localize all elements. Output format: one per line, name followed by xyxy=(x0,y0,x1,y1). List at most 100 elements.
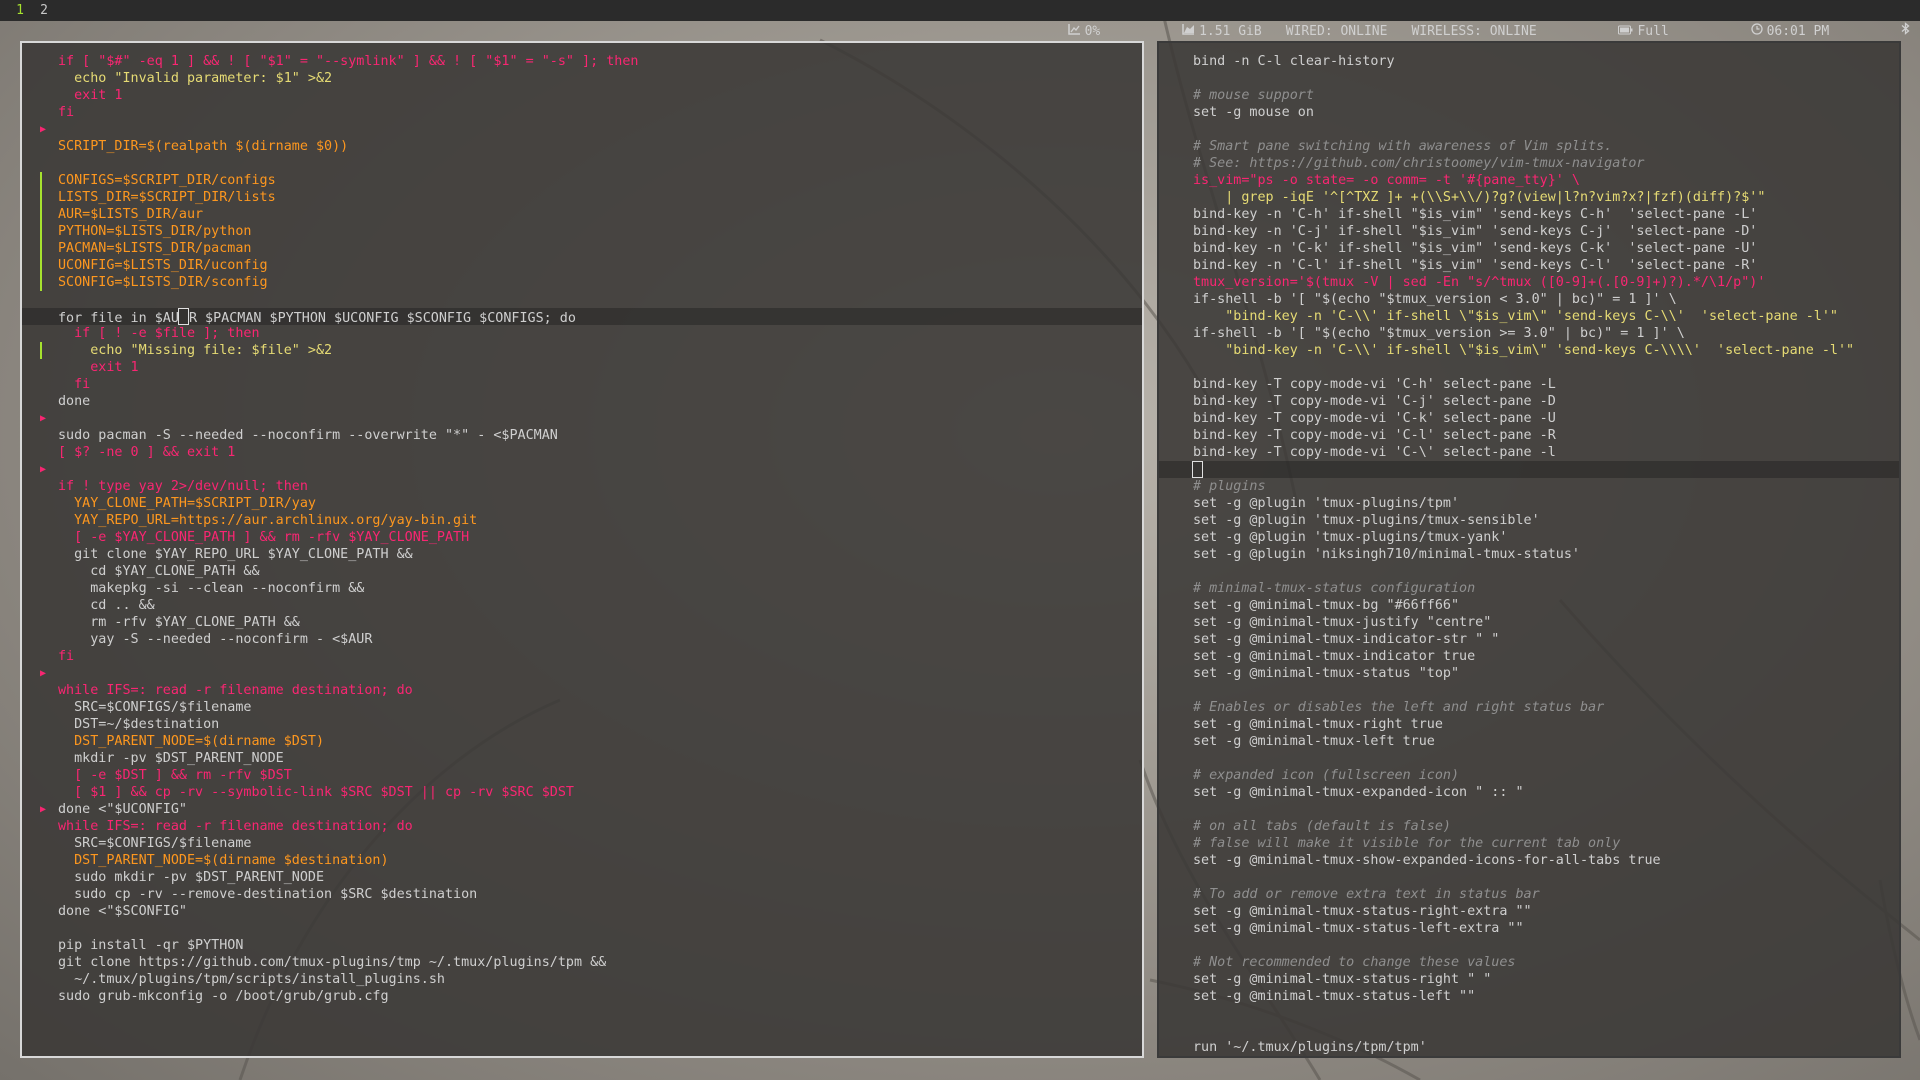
code-line[interactable]: ▶ done <"$UCONFIG" xyxy=(22,801,1142,818)
code-line[interactable]: cd .. && xyxy=(22,597,1142,614)
code-line[interactable]: set -g @minimal-tmux-show-expanded-icons… xyxy=(1159,852,1899,869)
code-line[interactable]: # To add or remove extra text in status … xyxy=(1159,886,1899,903)
code-line[interactable]: # on all tabs (default is false) xyxy=(1159,818,1899,835)
code-line[interactable]: bind-key -T copy-mode-vi 'C-l' select-pa… xyxy=(1159,427,1899,444)
code-line[interactable]: # Enables or disables the left and right… xyxy=(1159,699,1899,716)
code-line[interactable]: exit 1 xyxy=(22,87,1142,104)
code-line[interactable]: set -g @minimal-tmux-status-left-extra "… xyxy=(1159,920,1899,937)
code-line[interactable]: YAY_REPO_URL=https://aur.archlinux.org/y… xyxy=(22,512,1142,529)
code-line[interactable] xyxy=(22,291,1142,308)
code-line[interactable]: for file in $AU R $PACMAN $PYTHON $UCONFI… xyxy=(22,308,1142,326)
code-line[interactable]: if-shell -b '[ "$(echo "$tmux_version < … xyxy=(1159,291,1899,308)
code-line[interactable]: sudo cp -rv --remove-destination $SRC $d… xyxy=(22,886,1142,903)
code-line[interactable]: yay -S --needed --noconfirm - <$AUR xyxy=(22,631,1142,648)
code-line[interactable]: set -g @minimal-tmux-expanded-icon " :: … xyxy=(1159,784,1899,801)
code-line[interactable]: set -g @plugin 'niksingh710/minimal-tmux… xyxy=(1159,546,1899,563)
code-line[interactable]: YAY_CLONE_PATH=$SCRIPT_DIR/yay xyxy=(22,495,1142,512)
code-line[interactable]: # Not recommended to change these values xyxy=(1159,954,1899,971)
code-line[interactable]: tmux_version='$(tmux -V | sed -En "s/^tm… xyxy=(1159,274,1899,291)
code-line[interactable]: rm -rfv $YAY_CLONE_PATH && xyxy=(22,614,1142,631)
code-line[interactable]: AUR=$LISTS_DIR/aur xyxy=(22,206,1142,223)
code-line[interactable]: DST_PARENT_NODE=$(dirname $DST) xyxy=(22,733,1142,750)
code-line[interactable]: set -g @minimal-tmux-bg "#66ff66" xyxy=(1159,597,1899,614)
code-line[interactable] xyxy=(1159,461,1899,478)
code-line[interactable]: [ -e $DST ] && rm -rfv $DST xyxy=(22,767,1142,784)
code-line[interactable]: bind -n C-l clear-history xyxy=(1159,53,1899,70)
code-line[interactable]: pip install -qr $PYTHON xyxy=(22,937,1142,954)
code-line[interactable]: | grep -iqE '^[^TXZ ]+ +(\\S+\\/)?g?(vie… xyxy=(1159,189,1899,206)
code-line[interactable]: set -g @plugin 'tmux-plugins/tmux-sensib… xyxy=(1159,512,1899,529)
code-line[interactable]: "bind-key -n 'C-\\' if-shell \"$is_vim\"… xyxy=(1159,342,1899,359)
code-line[interactable]: if [ "$#" -eq 1 ] && ! [ "$1" = "--symli… xyxy=(22,53,1142,70)
code-line[interactable]: ▶ xyxy=(22,461,1142,478)
install-script-buffer[interactable]: if [ "$#" -eq 1 ] && ! [ "$1" = "--symli… xyxy=(22,53,1142,1005)
code-line[interactable]: # See: https://github.com/christoomey/vi… xyxy=(1159,155,1899,172)
code-line[interactable] xyxy=(22,155,1142,172)
code-line[interactable]: sudo pacman -S --needed --noconfirm --ov… xyxy=(22,427,1142,444)
code-line[interactable]: set -g @minimal-tmux-status-right " " xyxy=(1159,971,1899,988)
code-line[interactable]: sudo mkdir -pv $DST_PARENT_NODE xyxy=(22,869,1142,886)
code-line[interactable]: SCONFIG=$LISTS_DIR/sconfig xyxy=(22,274,1142,291)
code-line[interactable]: DST=~/$destination xyxy=(22,716,1142,733)
code-line[interactable]: bind-key -n 'C-j' if-shell "$is_vim" 'se… xyxy=(1159,223,1899,240)
tmux-conf-buffer[interactable]: bind -n C-l clear-history # mouse support… xyxy=(1159,53,1899,1056)
code-line[interactable]: DST_PARENT_NODE=$(dirname $destination) xyxy=(22,852,1142,869)
code-line[interactable]: set -g @minimal-tmux-left true xyxy=(1159,733,1899,750)
code-line[interactable] xyxy=(1159,801,1899,818)
right-terminal-editor[interactable]: bind -n C-l clear-history # mouse support… xyxy=(1157,41,1901,1058)
code-line[interactable] xyxy=(1159,359,1899,376)
code-line[interactable]: cd $YAY_CLONE_PATH && xyxy=(22,563,1142,580)
code-line[interactable] xyxy=(22,920,1142,937)
code-line[interactable]: ▶ xyxy=(22,665,1142,682)
code-line[interactable]: SRC=$CONFIGS/$filename xyxy=(22,699,1142,716)
code-line[interactable]: # Smart pane switching with awareness of… xyxy=(1159,138,1899,155)
code-line[interactable]: set -g @minimal-tmux-status "top" xyxy=(1159,665,1899,682)
code-line[interactable]: exit 1 xyxy=(22,359,1142,376)
code-line[interactable]: while IFS=: read -r filename destination… xyxy=(22,818,1142,835)
workspace-2[interactable]: 2 xyxy=(34,0,54,21)
code-line[interactable]: fi xyxy=(22,648,1142,665)
code-line[interactable]: set -g @minimal-tmux-right true xyxy=(1159,716,1899,733)
code-line[interactable]: echo "Invalid parameter: $1" >&2 xyxy=(22,70,1142,87)
code-line[interactable]: CONFIGS=$SCRIPT_DIR/configs xyxy=(22,172,1142,189)
code-line[interactable] xyxy=(1159,937,1899,954)
code-line[interactable]: bind-key -n 'C-k' if-shell "$is_vim" 'se… xyxy=(1159,240,1899,257)
code-line[interactable]: # mouse support xyxy=(1159,87,1899,104)
code-line[interactable]: mkdir -pv $DST_PARENT_NODE xyxy=(22,750,1142,767)
code-line[interactable] xyxy=(1159,750,1899,767)
code-line[interactable] xyxy=(1159,869,1899,886)
code-line[interactable]: set -g @plugin 'tmux-plugins/tmux-yank' xyxy=(1159,529,1899,546)
code-line[interactable]: PYTHON=$LISTS_DIR/python xyxy=(22,223,1142,240)
code-line[interactable] xyxy=(1159,1005,1899,1022)
code-line[interactable]: UCONFIG=$LISTS_DIR/uconfig xyxy=(22,257,1142,274)
code-line[interactable]: fi xyxy=(22,104,1142,121)
code-line[interactable] xyxy=(1159,1022,1899,1039)
code-line[interactable]: if ! type yay 2>/dev/null; then xyxy=(22,478,1142,495)
code-line[interactable]: run '~/.tmux/plugins/tpm/tpm' xyxy=(1159,1039,1899,1056)
code-line[interactable]: # plugins xyxy=(1159,478,1899,495)
code-line[interactable]: SRC=$CONFIGS/$filename xyxy=(22,835,1142,852)
code-line[interactable]: is_vim="ps -o state= -o comm= -t '#{pane… xyxy=(1159,172,1899,189)
code-line[interactable]: while IFS=: read -r filename destination… xyxy=(22,682,1142,699)
code-line[interactable]: bind-key -T copy-mode-vi 'C-j' select-pa… xyxy=(1159,393,1899,410)
workspace-1[interactable]: 1 xyxy=(10,0,30,21)
code-line[interactable]: git clone https://github.com/tmux-plugin… xyxy=(22,954,1142,971)
code-line[interactable]: makepkg -si --clean --noconfirm && xyxy=(22,580,1142,597)
code-line[interactable]: set -g mouse on xyxy=(1159,104,1899,121)
code-line[interactable]: set -g @minimal-tmux-justify "centre" xyxy=(1159,614,1899,631)
code-line[interactable]: echo "Missing file: $file" >&2 xyxy=(22,342,1142,359)
code-line[interactable]: sudo grub-mkconfig -o /boot/grub/grub.cf… xyxy=(22,988,1142,1005)
code-line[interactable] xyxy=(1159,563,1899,580)
code-line[interactable]: set -g @minimal-tmux-status-left "" xyxy=(1159,988,1899,1005)
code-line[interactable]: # false will make it visible for the cur… xyxy=(1159,835,1899,852)
code-line[interactable]: [ $? -ne 0 ] && exit 1 xyxy=(22,444,1142,461)
code-line[interactable]: [ -e $YAY_CLONE_PATH ] && rm -rfv $YAY_C… xyxy=(22,529,1142,546)
code-line[interactable]: PACMAN=$LISTS_DIR/pacman xyxy=(22,240,1142,257)
code-line[interactable]: # expanded icon (fullscreen icon) xyxy=(1159,767,1899,784)
code-line[interactable]: if-shell -b '[ "$(echo "$tmux_version >=… xyxy=(1159,325,1899,342)
code-line[interactable]: # minimal-tmux-status configuration xyxy=(1159,580,1899,597)
code-line[interactable] xyxy=(1159,682,1899,699)
code-line[interactable]: ▶ xyxy=(22,410,1142,427)
code-line[interactable]: if [ ! -e $file ]; then xyxy=(22,325,1142,342)
code-line[interactable]: bind-key -T copy-mode-vi 'C-h' select-pa… xyxy=(1159,376,1899,393)
